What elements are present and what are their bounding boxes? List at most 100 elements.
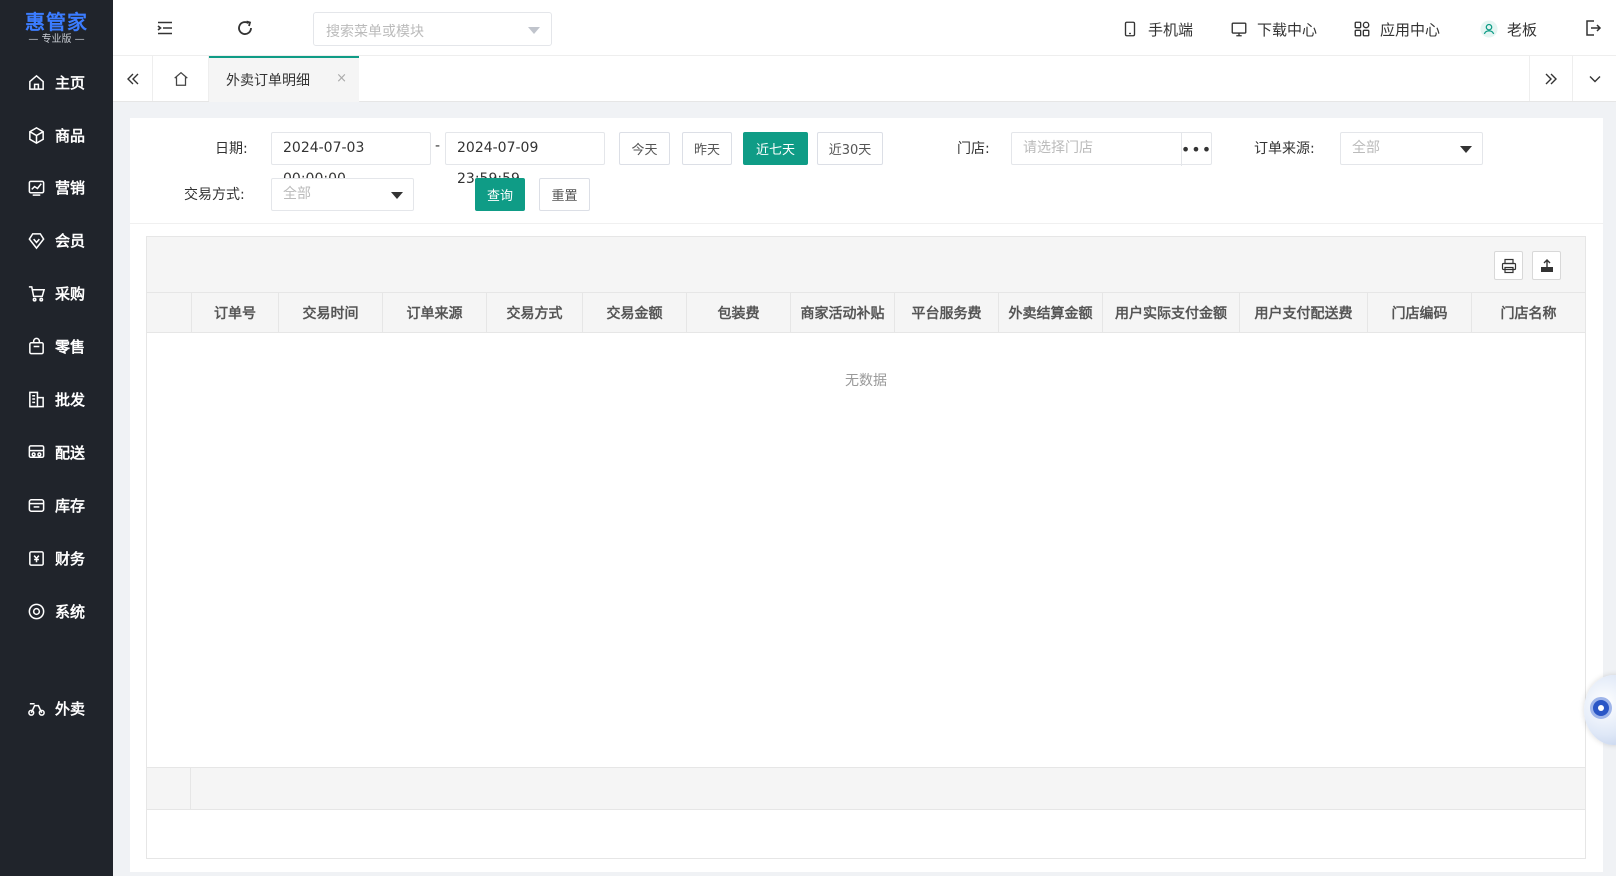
column-header[interactable]: 订单号 [191,293,278,333]
column-header[interactable]: 外卖结算金额 [998,293,1102,333]
user-name: 老板 [1507,20,1538,39]
table-toolbar [147,237,1585,292]
quick-last30days-button[interactable]: 近30天 [817,132,883,165]
sidebar-item-delivery[interactable]: 配送 [0,432,113,472]
menu-collapse-icon[interactable] [155,18,175,38]
column-header[interactable]: 交易金额 [582,293,686,333]
sidebar-item-marketing[interactable]: 营销 [0,167,113,207]
app-center-label: 应用中心 [1380,20,1441,39]
mobile-link-label: 手机端 [1148,20,1194,39]
store-picker-more-icon[interactable]: ••• [1181,133,1211,166]
menu-search-select[interactable]: 搜索菜单或模块 [313,12,552,46]
tabs-dropdown[interactable] [1573,56,1616,101]
column-header[interactable]: 商家活动补贴 [790,293,894,333]
reset-button[interactable]: 重置 [539,178,590,211]
sidebar-item-inventory[interactable]: 库存 [0,485,113,525]
print-button[interactable] [1494,251,1523,280]
logout-icon[interactable] [1583,18,1603,38]
chart-icon [28,180,45,196]
sidebar-item-label: 主页 [55,73,86,92]
apps-grid-icon [1354,21,1370,37]
sidebar-item-wholesale[interactable]: 批发 [0,379,113,419]
home-icon [29,74,44,90]
quick-last7days-button[interactable]: 近七天 [743,132,808,165]
column-header[interactable]: 包装费 [686,293,790,333]
printer-icon [1501,258,1516,273]
order-source-select[interactable]: 全部 [1340,132,1483,165]
sidebar-item-system[interactable]: 系统 [0,591,113,631]
sidebar-item-takeaway[interactable]: 外卖 [0,688,113,728]
payment-method-label: 交易方式: [184,187,245,203]
app-logo[interactable]: 惠管家 — 专业版 — [0,0,113,57]
user-menu[interactable]: 老板 [1480,18,1537,40]
order-source-label: 订单来源: [1254,141,1315,157]
tab-label: 外卖订单明细 [226,73,310,89]
date-separator: - [435,138,441,154]
menu-search-placeholder: 搜索菜单或模块 [326,24,424,40]
tabs-scroll-right[interactable] [1529,56,1573,101]
empty-state-text: 无数据 [845,373,887,389]
download-center-link[interactable]: 下载中心 [1230,18,1317,40]
sidebar-item-label: 配送 [55,443,86,462]
date-label: 日期: [215,141,248,157]
logo-title: 惠管家 [25,9,88,34]
sidebar-item-label: 财务 [55,549,86,568]
tab-bar: 外卖订单明细 × [113,56,1616,102]
tabs-scroll-left[interactable] [113,56,153,101]
sidebar-item-finance[interactable]: 财务 [0,538,113,578]
chevron-down-icon [1589,75,1600,82]
mobile-link[interactable]: 手机端 [1121,18,1193,40]
sidebar-item-label: 外卖 [55,699,86,718]
query-button[interactable]: 查询 [475,178,525,211]
column-header[interactable]: 平台服务费 [894,293,998,333]
date-start-input[interactable]: 2024-07-03 00:00:00 [271,132,431,187]
export-button[interactable] [1532,251,1561,280]
tab-takeaway-order-detail[interactable]: 外卖订单明细 × [209,56,359,102]
inbox-icon [28,498,45,512]
quick-today-button[interactable]: 今天 [619,132,670,165]
caret-down-icon [391,192,403,199]
tab-home[interactable] [153,56,209,101]
download-center-label: 下载中心 [1257,20,1318,39]
payment-method-select[interactable]: 全部 [271,178,414,211]
sidebar-item-label: 零售 [55,337,86,356]
footer-select-cell [147,768,191,810]
building-icon [29,391,44,407]
chevron-down-icon [528,27,540,34]
sidebar-item-purchase[interactable]: 采购 [0,273,113,313]
double-chevron-left-icon [126,73,138,84]
mobile-icon [1124,21,1136,37]
refresh-icon[interactable] [235,18,255,38]
sidebar-item-home[interactable]: 主页 [0,62,113,102]
sidebar: 惠管家 — 专业版 — 主页 商品 营销 会员 采购 零售 批发 配送 库存 财… [0,0,113,876]
logo-subtitle: — 专业版 — [28,33,85,45]
sidebar-item-members[interactable]: 会员 [0,220,113,260]
column-header[interactable]: 用户支付配送费 [1239,293,1367,333]
table-footer [147,767,1585,810]
sidebar-item-retail[interactable]: 零售 [0,326,113,366]
sidebar-item-label: 库存 [55,496,86,515]
caret-down-icon [1460,146,1472,153]
column-header[interactable]: 用户实际支付金额 [1102,293,1239,333]
date-end-input[interactable]: 2024-07-09 23:59:59 [445,132,605,187]
column-header[interactable]: 订单来源 [382,293,486,333]
column-header[interactable]: 门店名称 [1471,293,1585,333]
assistant-eye-icon [1590,697,1612,719]
close-icon[interactable]: × [336,71,347,86]
orders-table: 订单号 交易时间 订单来源 交易方式 交易金额 包装费 商家活动补贴 平台服务费… [146,236,1586,859]
app-center-link[interactable]: 应用中心 [1353,18,1440,40]
column-header[interactable]: 交易方式 [486,293,582,333]
quick-yesterday-button[interactable]: 昨天 [682,132,732,165]
truck-icon [28,444,45,458]
diamond-icon [28,232,45,249]
scooter-icon [28,702,45,716]
home-icon [173,71,188,86]
sidebar-item-label: 批发 [55,390,86,409]
column-header[interactable]: 交易时间 [278,293,382,333]
top-header: 搜索菜单或模块 手机端 下载中心 应用中心 老板 [113,0,1616,56]
store-input[interactable]: 请选择门店 ••• [1011,132,1212,166]
sidebar-item-label: 系统 [55,602,86,621]
sidebar-item-products[interactable]: 商品 [0,115,113,155]
column-header[interactable]: 门店编码 [1367,293,1471,333]
table-header: 订单号 交易时间 订单来源 交易方式 交易金额 包装费 商家活动补贴 平台服务费… [147,292,1585,333]
